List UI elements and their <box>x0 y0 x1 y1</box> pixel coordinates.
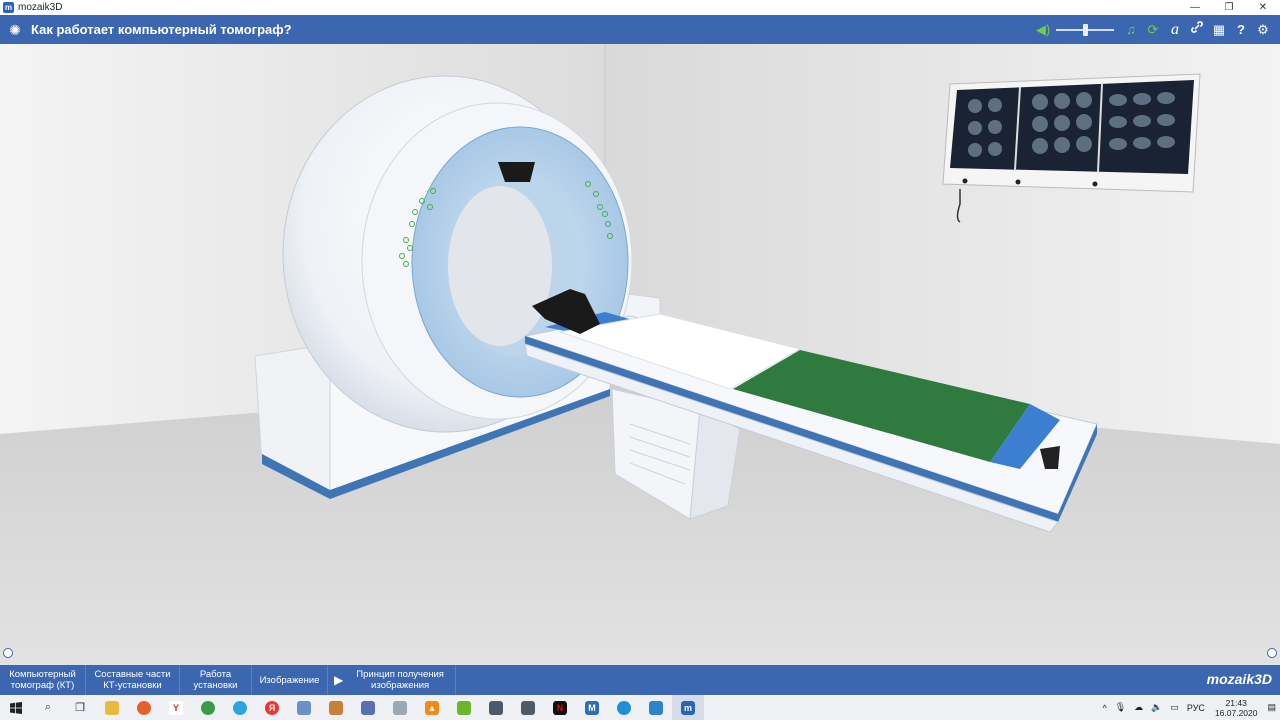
task-view-icon[interactable]: ❐ <box>64 695 96 720</box>
notifications-icon[interactable]: ▤ <box>1263 702 1280 713</box>
app-logo-icon: m <box>3 2 14 13</box>
calculator-icon[interactable] <box>480 695 512 720</box>
file-explorer-icon[interactable] <box>96 695 128 720</box>
chapter-navigation: Компьютерный томограф (КТ) Составные час… <box>0 665 1280 695</box>
telegram-icon[interactable] <box>224 695 256 720</box>
music-icon[interactable]: ♫ <box>1120 19 1142 41</box>
edge-icon[interactable] <box>608 695 640 720</box>
header-toolbar: ◀) ♫ ⟳ a ▦ ? ⚙ <box>1032 15 1274 44</box>
nvidia-icon[interactable] <box>448 695 480 720</box>
menu-icon[interactable]: ✺ <box>7 22 23 38</box>
windows-taskbar: ⌕ ❐ Y Я ▲ N M m ^ 🎙 ☁ 🔈 ▭ РУС 21:43 16.0… <box>0 695 1280 720</box>
windows-start-icon[interactable] <box>0 695 32 720</box>
settings-icon[interactable]: ⚙ <box>1252 19 1274 41</box>
font-icon[interactable]: a <box>1164 19 1186 41</box>
yandex-browser-icon[interactable]: Y <box>160 695 192 720</box>
tab-ct-scanner[interactable]: Компьютерный томограф (КТ) <box>0 665 86 695</box>
volume-slider[interactable] <box>1056 19 1114 41</box>
netflix-icon[interactable]: N <box>544 695 576 720</box>
window-title: mozaik3D <box>18 2 63 13</box>
volume-icon[interactable]: 🔈 <box>1147 702 1166 713</box>
microphone-icon[interactable]: 🎙 <box>1111 702 1130 713</box>
search-icon[interactable]: ⌕ <box>32 695 64 720</box>
app-header: ✺ Как работает компьютерный томограф? ◀)… <box>0 15 1280 44</box>
help-icon[interactable]: ? <box>1230 19 1252 41</box>
keyboard-language[interactable]: РУС <box>1183 703 1209 713</box>
tray-chevron-icon[interactable]: ^ <box>1099 703 1111 713</box>
firefox-icon[interactable] <box>128 695 160 720</box>
speaker-icon[interactable]: ◀) <box>1032 19 1054 41</box>
scene-left-marker[interactable] <box>3 648 13 658</box>
cloud-icon[interactable]: ☁ <box>1130 702 1147 713</box>
brand-logo: mozaik3D <box>1206 671 1272 687</box>
tool-icon[interactable] <box>384 695 416 720</box>
photos-icon[interactable] <box>640 695 672 720</box>
system-tray: ^ 🎙 ☁ 🔈 ▭ РУС 21:43 16.07.2020 ▤ <box>1099 695 1280 720</box>
maximize-button[interactable]: ❐ <box>1212 0 1246 15</box>
network-icon[interactable]: ▭ <box>1166 702 1183 713</box>
link-icon[interactable] <box>1186 19 1208 41</box>
play-icon: ▶ <box>334 672 344 687</box>
rotate-icon[interactable]: ⟳ <box>1142 19 1164 41</box>
camera-icon[interactable] <box>512 695 544 720</box>
window-controls: — ❐ ✕ <box>1178 0 1280 15</box>
yandex-icon[interactable]: Я <box>256 695 288 720</box>
vlc-icon[interactable]: ▲ <box>416 695 448 720</box>
volume-knob[interactable] <box>1083 23 1088 36</box>
page-title: Как работает компьютерный томограф? <box>31 22 292 37</box>
ct-scanner-scene <box>0 44 1280 665</box>
minimize-button[interactable]: — <box>1178 0 1212 15</box>
scene-right-marker[interactable] <box>1267 648 1277 658</box>
tab-imaging-principle[interactable]: ▶ Принцип получения изображения <box>328 665 456 695</box>
3d-viewport[interactable] <box>0 44 1280 665</box>
window-titlebar: m mozaik3D — ❐ ✕ <box>0 0 1280 15</box>
tab-image[interactable]: Изображение <box>252 665 328 695</box>
grid-icon[interactable]: ▦ <box>1208 19 1230 41</box>
close-button[interactable]: ✕ <box>1246 0 1280 15</box>
chrome-icon[interactable] <box>192 695 224 720</box>
game-icon[interactable] <box>288 695 320 720</box>
app-icon[interactable] <box>320 695 352 720</box>
clock[interactable]: 21:43 16.07.2020 <box>1209 698 1264 718</box>
editor-icon[interactable] <box>352 695 384 720</box>
mozaik3d-taskbar-icon[interactable]: m <box>672 695 704 720</box>
tab-components[interactable]: Составные части КТ-установки <box>86 665 180 695</box>
app-m-icon[interactable]: M <box>576 695 608 720</box>
tab-operation[interactable]: Работа установки <box>180 665 252 695</box>
